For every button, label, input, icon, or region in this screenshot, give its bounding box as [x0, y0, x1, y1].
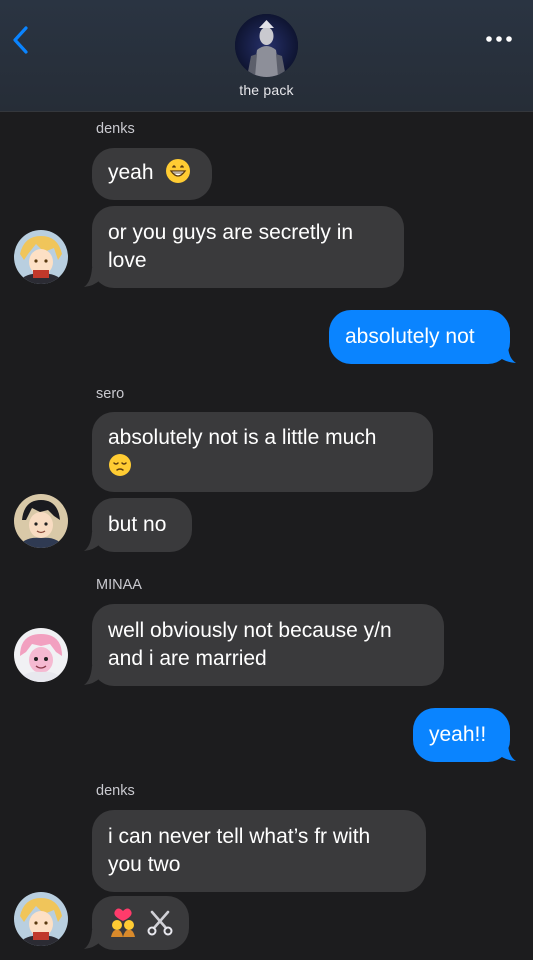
bubble-tail: [498, 344, 516, 363]
sero-avatar-icon: [14, 494, 68, 548]
message-text-line: well obviously not because y/n: [108, 619, 392, 642]
message-bubble[interactable]: or you guys are secretly in love: [92, 206, 404, 288]
bubble-tail: [84, 930, 100, 949]
avatar[interactable]: [14, 892, 68, 946]
bubble-tail: [84, 532, 100, 551]
sender-name: sero: [96, 386, 125, 402]
chat-header: the pack: [0, 0, 533, 112]
more-options-button[interactable]: [481, 26, 517, 52]
message-bubble[interactable]: yeah: [92, 148, 212, 200]
grinning-face-emoji: [166, 159, 191, 184]
message-bubble[interactable]: [92, 896, 189, 950]
message-bubble[interactable]: well obviously not because y/n and i are…: [92, 604, 444, 686]
bubble-tail: [84, 268, 100, 287]
bubble-tail: [498, 742, 516, 761]
message-text: yeah!!: [429, 723, 487, 746]
group-avatar[interactable]: [235, 14, 298, 77]
minaa-avatar-icon: [14, 628, 68, 682]
message-text-line: i can never tell what’s fr with: [108, 825, 371, 848]
message-text-line: you two: [108, 853, 181, 876]
pensive-face-emoji: [109, 454, 131, 477]
message-text: absolutely not: [345, 325, 475, 348]
message-text: yeah: [108, 161, 154, 184]
message-text-line: and i are married: [108, 647, 267, 670]
avatar[interactable]: [14, 494, 68, 548]
chevron-left-icon: [13, 26, 28, 54]
message-bubble[interactable]: absolutely not: [329, 310, 510, 364]
message-text-line: love: [108, 249, 147, 272]
bubble-tail: [84, 666, 100, 685]
message-bubble[interactable]: but no: [92, 498, 192, 552]
message-text-line: absolutely not is a little much: [108, 426, 377, 449]
denks-avatar-icon: [14, 892, 68, 946]
avatar[interactable]: [14, 628, 68, 682]
sender-name: MINAA: [96, 577, 142, 593]
message-bubble[interactable]: absolutely not is a little much: [92, 412, 433, 492]
group-photo-icon: [235, 14, 298, 77]
group-name[interactable]: the pack: [0, 82, 533, 98]
avatar[interactable]: [14, 230, 68, 284]
message-text-line: or you guys are secretly in: [108, 221, 354, 244]
kiss-couple-emoji: [111, 908, 135, 937]
message-text: but no: [108, 513, 167, 536]
ellipsis-icon: [486, 36, 512, 42]
message-bubble[interactable]: i can never tell what’s fr with you two: [92, 810, 426, 892]
sender-name: denks: [96, 783, 135, 799]
back-button[interactable]: [6, 22, 36, 58]
sender-name: denks: [96, 121, 135, 137]
denks-avatar-icon: [14, 230, 68, 284]
scissors-emoji: [147, 910, 173, 936]
